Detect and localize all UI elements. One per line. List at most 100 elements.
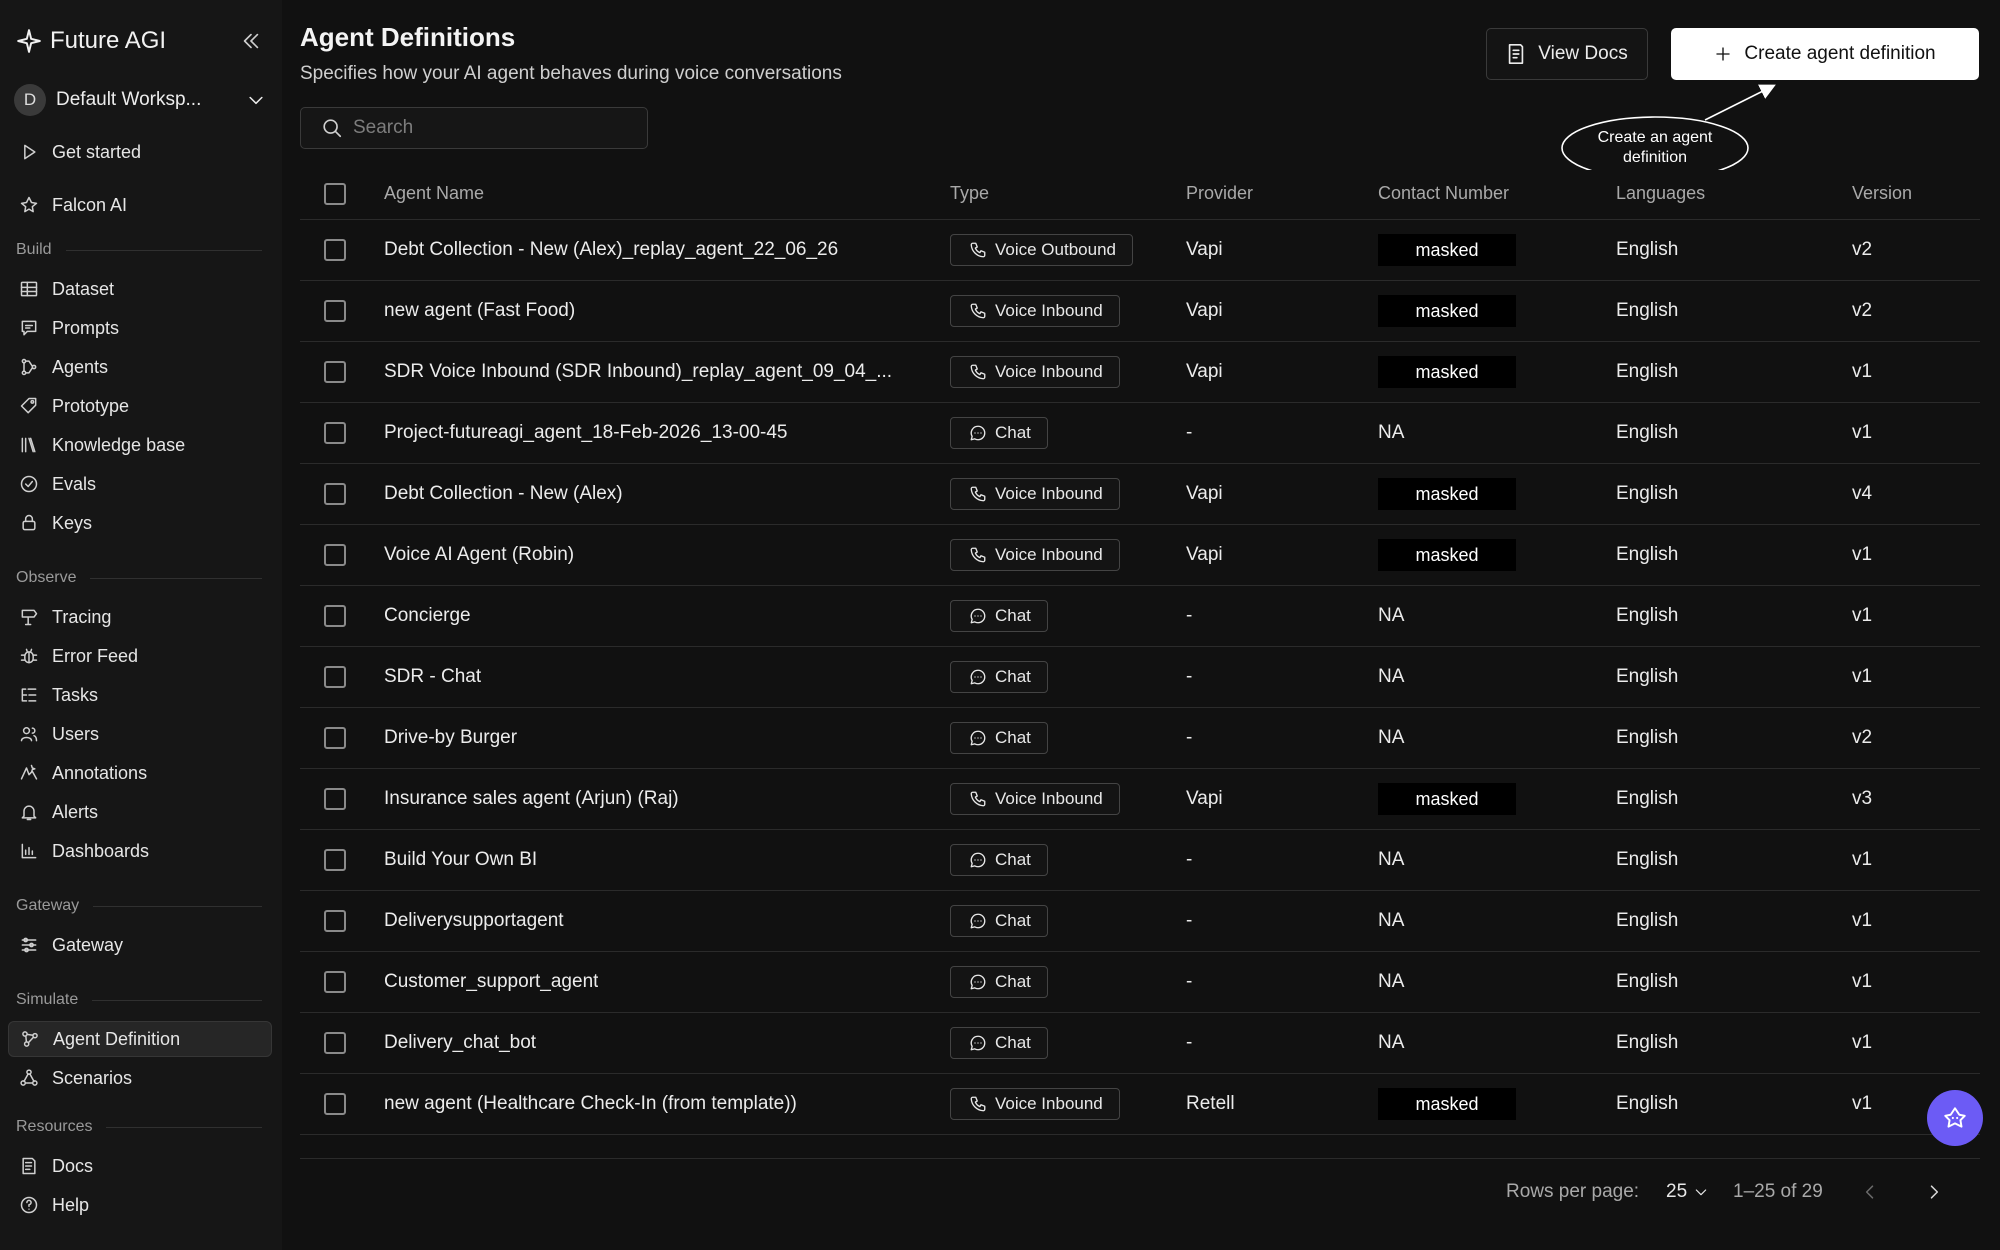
type-badge: Chat — [950, 966, 1048, 998]
sidebar-item-error-feed[interactable]: Error Feed — [8, 638, 272, 674]
sidebar-item-users[interactable]: Users — [8, 716, 272, 752]
type-label: Voice Inbound — [995, 789, 1103, 808]
type-label: Chat — [995, 728, 1031, 747]
row-checkbox[interactable] — [324, 483, 346, 505]
row-checkbox[interactable] — [324, 544, 346, 566]
chat-icon — [969, 729, 987, 747]
column-agent-name[interactable]: Agent Name — [384, 168, 932, 219]
type-label: Chat — [995, 606, 1031, 625]
row-checkbox[interactable] — [324, 361, 346, 383]
row-checkbox[interactable] — [324, 605, 346, 627]
table-row[interactable]: Delivery_chat_bot Chat - NA English v1 — [300, 1013, 1980, 1074]
sidebar-item-prompts[interactable]: Prompts — [8, 310, 272, 346]
bot-icon — [1944, 1107, 1966, 1128]
table-row[interactable]: Customer_support_agent Chat - NA English… — [300, 952, 1980, 1013]
agent-name-cell: Deliverysupportagent — [384, 891, 932, 951]
language: English — [1616, 666, 1679, 687]
table-row[interactable]: Drive-by Burger Chat - NA English v2 — [300, 708, 1980, 769]
row-checkbox[interactable] — [324, 422, 346, 444]
brand-logo[interactable]: Future AGI — [16, 26, 166, 56]
table-row[interactable]: Voice AI Agent (Robin) Voice Inbound Vap… — [300, 525, 1980, 586]
sidebar-item-gateway[interactable]: Gateway — [8, 927, 272, 963]
sidebar-item-help[interactable]: Help — [8, 1187, 272, 1223]
row-checkbox[interactable] — [324, 788, 346, 810]
table-row[interactable]: new agent (Healthcare Check-In (from tem… — [300, 1074, 1980, 1135]
previous-page-button[interactable] — [1860, 1172, 1880, 1212]
table-row[interactable]: new agent (Fast Food) Voice Inbound Vapi… — [300, 281, 1980, 342]
version: v1 — [1852, 544, 1873, 565]
type-badge: Chat — [950, 600, 1048, 632]
agent-name: SDR Voice Inbound (SDR Inbound)_replay_a… — [384, 361, 893, 382]
agent-name-cell: Concierge — [384, 586, 932, 646]
chevron-down-icon — [249, 96, 263, 105]
column-version[interactable]: Version — [1852, 168, 1912, 219]
sidebar-item-label: Agent Definition — [53, 1028, 181, 1049]
column-languages[interactable]: Languages — [1616, 168, 1705, 219]
agent-name: Deliverysupportagent — [384, 910, 564, 931]
view-docs-button[interactable]: View Docs — [1486, 28, 1648, 80]
sidebar-item-keys[interactable]: Keys — [8, 505, 272, 541]
future-agi-logo-icon — [16, 28, 42, 54]
type-badge: Chat — [950, 661, 1048, 693]
row-checkbox[interactable] — [324, 239, 346, 261]
sidebar-item-agents[interactable]: Agents — [8, 349, 272, 385]
sidebar-item-prototype[interactable]: Prototype — [8, 388, 272, 424]
view-docs-label: View Docs — [1538, 43, 1628, 64]
search-input[interactable] — [353, 117, 643, 139]
type-label: Voice Inbound — [995, 484, 1103, 503]
row-checkbox[interactable] — [324, 1093, 346, 1115]
type-label: Voice Inbound — [995, 545, 1103, 564]
table-row[interactable]: Project-futureagi_agent_18-Feb-2026_13-0… — [300, 403, 1980, 464]
row-checkbox[interactable] — [324, 727, 346, 749]
type-label: Chat — [995, 423, 1031, 442]
row-checkbox[interactable] — [324, 849, 346, 871]
sidebar-item-tasks[interactable]: Tasks — [8, 677, 272, 713]
column-contact-number[interactable]: Contact Number — [1378, 168, 1509, 219]
next-page-button[interactable] — [1924, 1172, 1944, 1212]
workspace-switcher[interactable]: D Default Worksp... — [14, 82, 266, 118]
table-row[interactable]: Deliverysupportagent Chat - NA English v… — [300, 891, 1980, 952]
type-badge: Voice Inbound — [950, 539, 1120, 571]
sidebar-item-tracing[interactable]: Tracing — [8, 599, 272, 635]
row-checkbox[interactable] — [324, 666, 346, 688]
table-row[interactable]: Insurance sales agent (Arjun) (Raj) Voic… — [300, 769, 1980, 830]
sidebar-item-dataset[interactable]: Dataset — [8, 271, 272, 307]
sidebar-item-knowledge-base[interactable]: Knowledge base — [8, 427, 272, 463]
provider: Vapi — [1186, 544, 1223, 565]
version: v1 — [1852, 1093, 1873, 1114]
sidebar-item-agent-definition[interactable]: Agent Definition — [8, 1021, 272, 1057]
sidebar-item-get-started[interactable]: Get started — [8, 134, 272, 170]
select-all-checkbox[interactable] — [324, 182, 346, 205]
table-row[interactable]: SDR Voice Inbound (SDR Inbound)_replay_a… — [300, 342, 1980, 403]
column-type[interactable]: Type — [950, 168, 989, 219]
sidebar-item-annotations[interactable]: Annotations — [8, 755, 272, 791]
table-row[interactable]: Debt Collection - New (Alex)_replay_agen… — [300, 220, 1980, 281]
sidebar-item-falcon-ai[interactable]: Falcon AI — [8, 187, 272, 223]
section-title: Observe — [16, 569, 77, 586]
sidebar-item-docs[interactable]: Docs — [8, 1148, 272, 1184]
row-checkbox[interactable] — [324, 971, 346, 993]
chat-icon — [969, 607, 987, 625]
search-box[interactable] — [300, 107, 648, 149]
type-badge: Chat — [950, 844, 1048, 876]
agent-name-cell: Insurance sales agent (Arjun) (Raj) — [384, 769, 932, 829]
row-checkbox[interactable] — [324, 910, 346, 932]
type-label: Voice Inbound — [995, 362, 1103, 381]
rows-per-page-select[interactable]: 25 — [1666, 1172, 1709, 1212]
sidebar-item-scenarios[interactable]: Scenarios — [8, 1060, 272, 1096]
sidebar-item-alerts[interactable]: Alerts — [8, 794, 272, 830]
falcon-assistant-button[interactable] — [1927, 1090, 1983, 1146]
table-row[interactable]: Concierge Chat - NA English v1 — [300, 586, 1980, 647]
create-agent-definition-button[interactable]: Create agent definition — [1671, 28, 1979, 80]
chevrons-left-icon — [243, 33, 259, 49]
table-row[interactable]: Build Your Own BI Chat - NA English v1 — [300, 830, 1980, 891]
sidebar-item-label: Annotations — [52, 762, 148, 783]
table-row[interactable]: SDR - Chat Chat - NA English v1 — [300, 647, 1980, 708]
collapse-sidebar-button[interactable] — [236, 26, 266, 56]
row-checkbox[interactable] — [324, 300, 346, 322]
column-provider[interactable]: Provider — [1186, 168, 1253, 219]
row-checkbox[interactable] — [324, 1032, 346, 1054]
sidebar-item-evals[interactable]: Evals — [8, 466, 272, 502]
sidebar-item-dashboards[interactable]: Dashboards — [8, 833, 272, 869]
table-row[interactable]: Debt Collection - New (Alex) Voice Inbou… — [300, 464, 1980, 525]
